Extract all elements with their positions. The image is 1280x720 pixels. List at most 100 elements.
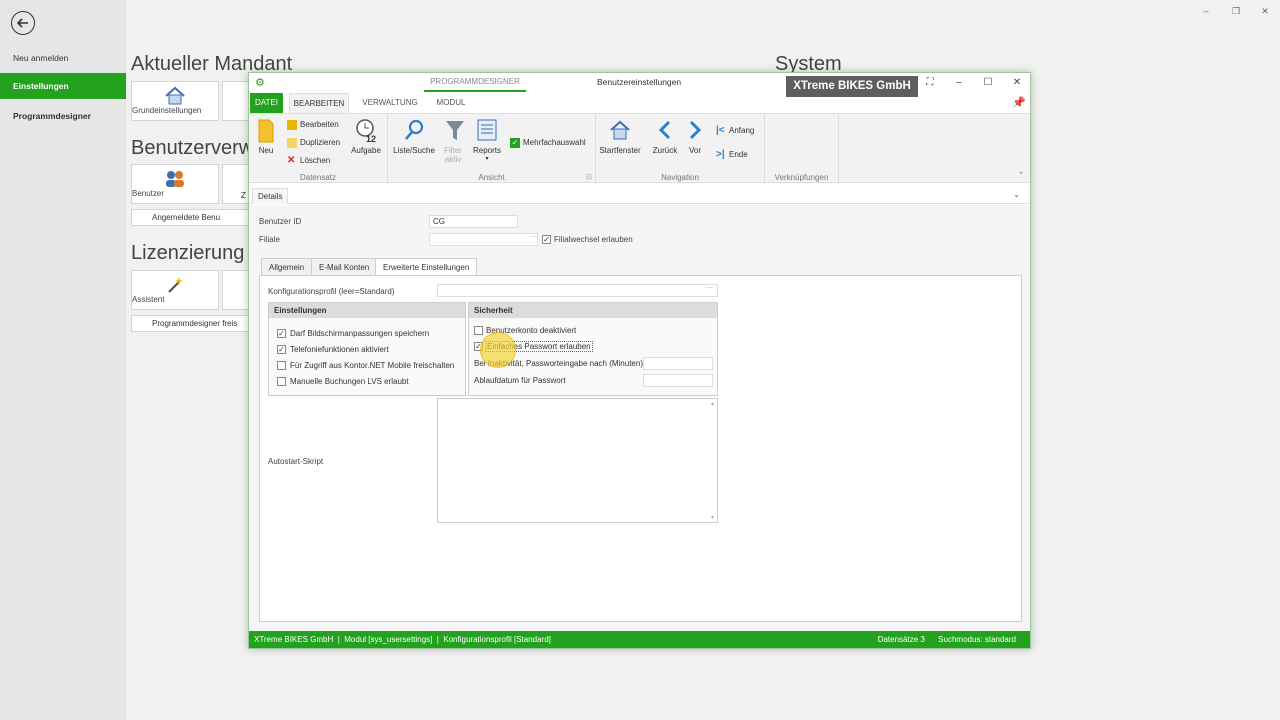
inaktivitaet-field[interactable] <box>643 357 713 370</box>
back-button[interactable] <box>11 11 35 35</box>
loeschen-button[interactable]: ✕ Löschen <box>287 156 330 166</box>
kontor-mobile-label: Für Zugriff aus Kontor.NET Mobile freisc… <box>290 361 455 370</box>
nav-item-einstellungen[interactable]: Einstellungen <box>0 73 126 99</box>
tile-partial-z[interactable]: Z <box>222 164 250 204</box>
bildschirmanpassungen-checkbox[interactable]: ✓ <box>277 329 286 338</box>
new-document-icon <box>255 118 277 146</box>
startfenster-button[interactable]: Startfenster <box>599 118 641 155</box>
status-suchmodus: Suchmodus: standard <box>938 635 1016 644</box>
details-content: Benutzer ID CG Filiale ⋯ ✓ Filialwechsel… <box>249 205 1030 633</box>
telefonie-label: Telefoniefunktionen aktiviert <box>290 345 389 354</box>
zurueck-button[interactable]: Zurück <box>650 118 680 155</box>
tab-details[interactable]: Details <box>252 188 289 204</box>
scroll-up-icon[interactable]: ▴ <box>711 400 714 407</box>
delete-icon: ✕ <box>287 155 296 166</box>
dialog-maximize-button[interactable]: ☐ <box>979 76 997 90</box>
telefonie-checkbox[interactable]: ✓ <box>277 345 286 354</box>
tab-modul[interactable]: MODUL <box>431 93 471 113</box>
tile-partial-2[interactable] <box>222 270 250 310</box>
gear-icon: ⚙ <box>255 77 265 89</box>
scroll-down-icon[interactable]: ▾ <box>711 514 714 521</box>
manuelle-buchungen-checkbox[interactable] <box>277 377 286 386</box>
nav-item-neu-anmelden[interactable]: Neu anmelden <box>0 45 126 71</box>
group-label-ansicht: Ansicht <box>478 173 505 182</box>
erweiterte-einstellungen-panel: Konfigurationsprofil (leer=Standard) ⋯ E… <box>259 275 1022 622</box>
benutzer-id-field[interactable]: CG <box>429 215 518 228</box>
app-close-button[interactable]: ✕ <box>1256 4 1274 18</box>
ellipsis-icon[interactable]: ⋯ <box>530 233 537 241</box>
duplicate-icon <box>287 138 297 148</box>
status-bar: XTreme BIKES GmbH | Modul [sys_usersetti… <box>249 631 1030 648</box>
reports-button[interactable]: Reports ▾ <box>472 118 502 162</box>
dialog-close-button[interactable]: ✕ <box>1008 76 1026 90</box>
pencil-icon <box>287 120 297 130</box>
anfang-button[interactable]: |< Anfang <box>716 126 754 136</box>
aufgabe-button[interactable]: 12 Aufgabe <box>349 118 383 155</box>
manuelle-buchungen-label: Manuelle Buchungen LVS erlaubt <box>290 377 409 386</box>
konfigurationsprofil-label: Konfigurationsprofil (leer=Standard) <box>268 287 395 296</box>
programmdesigner-freischalten-button[interactable]: Programmdesigner freis <box>131 315 249 332</box>
dialog-launcher-icon[interactable]: ⊡ <box>586 173 592 181</box>
filiale-label: Filiale <box>259 235 280 244</box>
last-record-icon: >| <box>716 149 725 160</box>
liste-suche-button[interactable]: Liste/Suche <box>393 118 435 155</box>
magic-wand-icon <box>132 275 218 295</box>
einstellungen-box: Einstellungen ✓ Darf Bildschirmanpassung… <box>268 302 466 396</box>
pin-icon[interactable]: 📌 <box>1012 96 1026 109</box>
status-company: XTreme BIKES GmbH <box>254 635 334 644</box>
angemeldete-benutzer-button[interactable]: Angemeldete Benu <box>131 209 249 226</box>
ellipsis-icon[interactable]: ⋯ <box>706 284 713 292</box>
svg-text:12: 12 <box>366 134 376 144</box>
ende-button[interactable]: >| Ende <box>716 150 748 160</box>
tab-datei[interactable]: DATEI <box>250 93 283 113</box>
arrow-left-icon <box>16 18 28 28</box>
konfigurationsprofil-field[interactable] <box>437 284 718 297</box>
tile-benutzer[interactable]: Benutzer <box>131 164 219 204</box>
ablaufdatum-label: Ablaufdatum für Passwort <box>474 376 566 385</box>
tab-erweiterte-einstellungen[interactable]: Erweiterte Einstellungen <box>375 258 478 276</box>
tab-email-konten[interactable]: E-Mail Konten <box>311 258 378 276</box>
autostart-textarea[interactable]: ▴ ▾ <box>437 398 718 523</box>
kontor-mobile-checkbox[interactable] <box>277 361 286 370</box>
left-navigation: Neu anmelden Einstellungen Programmdesig… <box>0 0 126 720</box>
group-datensatz: Neu Bearbeiten Duplizieren ✕ Löschen 12 A… <box>249 114 388 184</box>
vor-button[interactable]: Vor <box>684 118 706 155</box>
collapse-icon[interactable]: ⌄ <box>1013 190 1020 199</box>
mehrfachauswahl-checkbox[interactable]: ✓ Mehrfachauswahl <box>510 138 586 148</box>
reports-icon <box>472 118 502 146</box>
group-ansicht: Liste/Suche Filter aktiv Reports ▾ ✓ Mehr… <box>388 114 596 184</box>
fullscreen-icon[interactable]: ⛶ <box>921 76 939 90</box>
dropdown-arrow-icon: ▾ <box>485 156 489 162</box>
section-title-lizenzierung: Lizenzierung <box>131 242 245 264</box>
duplizieren-button[interactable]: Duplizieren <box>287 138 340 148</box>
filiale-field[interactable] <box>429 233 538 246</box>
tab-bearbeiten[interactable]: BEARBEITEN <box>289 93 349 113</box>
collapse-ribbon-icon[interactable]: ⌃ <box>1018 171 1024 179</box>
app-restore-button[interactable]: ❐ <box>1227 4 1245 18</box>
context-tab-programmdesigner[interactable]: PROGRAMMDESIGNER <box>424 73 526 92</box>
einstellungen-header: Einstellungen <box>269 303 465 318</box>
bearbeiten-button[interactable]: Bearbeiten <box>287 120 339 130</box>
tab-verwaltung[interactable]: VERWALTUNG <box>357 93 423 113</box>
tile-assistent[interactable]: Assistent <box>131 270 219 310</box>
neu-button[interactable]: Neu <box>255 118 277 155</box>
tab-allgemein[interactable]: Allgemein <box>261 258 313 276</box>
filialwechsel-checkbox[interactable]: ✓ <box>542 235 551 244</box>
users-icon <box>132 169 218 189</box>
app-minimize-button[interactable]: ‒ <box>1197 4 1215 18</box>
checkbox-checked-icon: ✓ <box>510 138 520 148</box>
nav-item-programmdesigner[interactable]: Programmdesigner <box>0 103 126 129</box>
status-left: XTreme BIKES GmbH | Modul [sys_usersetti… <box>254 635 551 644</box>
ablaufdatum-field[interactable] <box>643 374 713 387</box>
filter-icon <box>442 118 468 146</box>
ribbon: Neu Bearbeiten Duplizieren ✕ Löschen 12 A… <box>249 113 1030 184</box>
dialog-minimize-button[interactable]: ‒ <box>950 76 968 90</box>
filter-aktiv-button[interactable]: Filter aktiv <box>442 118 468 164</box>
sicherheit-header: Sicherheit <box>469 303 717 318</box>
benutzerkonto-deaktiviert-checkbox[interactable] <box>474 326 483 335</box>
house-icon <box>132 86 218 106</box>
tile-partial[interactable] <box>222 81 250 121</box>
tile-grundeinstellungen[interactable]: Grundeinstellungen <box>131 81 219 121</box>
title-bar: ⚙ PROGRAMMDESIGNER Benutzereinstellungen… <box>249 73 1030 97</box>
home-icon <box>599 118 641 146</box>
